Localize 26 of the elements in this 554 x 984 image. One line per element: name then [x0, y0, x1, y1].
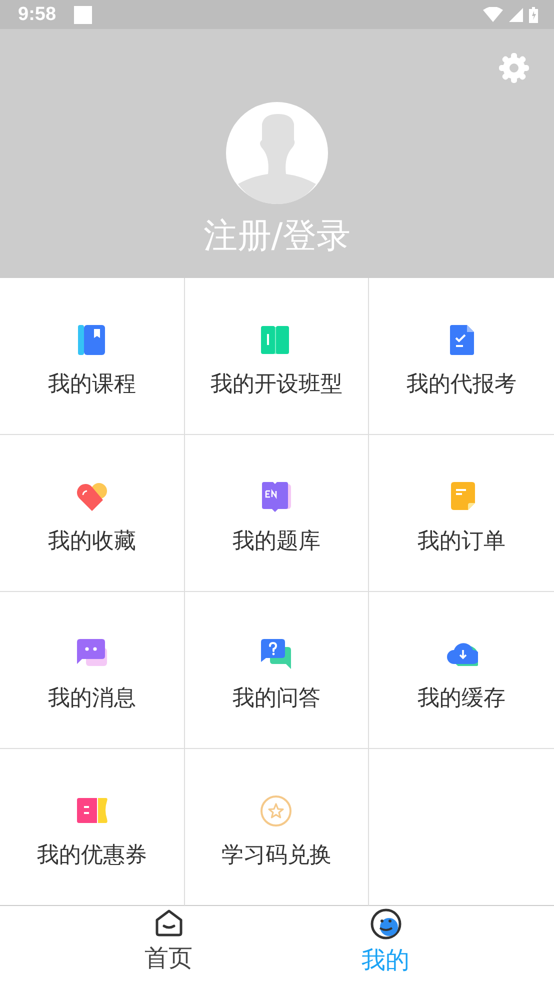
smiley-icon — [370, 908, 402, 940]
signal-icon — [509, 8, 523, 22]
menu-item[interactable]: 我的代报考 — [369, 278, 554, 435]
menu-item[interactable]: 我的收藏 — [0, 435, 185, 592]
notification-icon — [74, 6, 92, 24]
menu-item[interactable]: 我的缓存 — [369, 592, 554, 749]
menu-item[interactable]: 我的课程 — [0, 278, 185, 435]
star-badge-icon — [260, 795, 292, 827]
dictionary-icon — [260, 481, 292, 513]
wifi-icon — [483, 7, 503, 22]
home-icon — [154, 908, 184, 938]
menu-item[interactable]: 我的优惠券 — [0, 749, 185, 906]
book-icon — [76, 324, 108, 356]
menu-item[interactable]: 我的订单 — [369, 435, 554, 592]
settings-icon[interactable] — [498, 52, 530, 84]
menu-item[interactable]: 学习码兑换 — [184, 749, 370, 906]
menu-item[interactable]: 我的消息 — [0, 592, 185, 749]
battery-icon — [529, 6, 538, 22]
question-chat-icon — [260, 638, 292, 670]
heart-icon — [76, 481, 108, 513]
avatar-icon[interactable] — [226, 102, 328, 204]
menu-item[interactable]: 我的开设班型 — [184, 278, 370, 435]
menu-item[interactable]: 我的问答 — [184, 592, 370, 749]
nav-tab[interactable]: 首页 — [134, 908, 202, 984]
menu-item[interactable]: 我的题库 — [184, 435, 370, 592]
status-time: 9:58 — [18, 4, 56, 26]
